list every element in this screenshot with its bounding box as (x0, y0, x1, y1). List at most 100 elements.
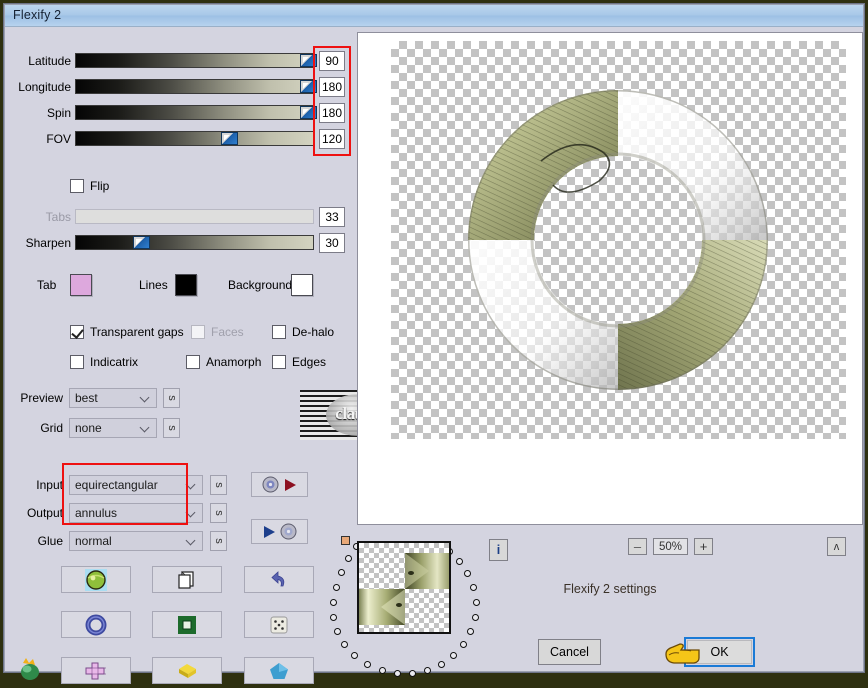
label-background-color: Background (228, 278, 293, 292)
preview-s-button[interactable]: s (163, 388, 180, 408)
output-s-button[interactable]: s (210, 503, 227, 523)
slider-handle-spin[interactable] (300, 106, 317, 119)
value-longitude[interactable]: 180 (319, 77, 345, 97)
slider-handle-latitude[interactable] (300, 54, 317, 67)
checkbox-edges[interactable] (272, 355, 286, 369)
label-tabs: Tabs (45, 210, 71, 224)
glue-s-button[interactable]: s (210, 531, 227, 551)
slider-handle-longitude[interactable] (300, 80, 317, 93)
dice-icon (270, 616, 288, 633)
label-anamorph: Anamorph (206, 355, 262, 369)
label-de-halo: De-halo (292, 325, 335, 339)
preset-globe-button[interactable] (61, 566, 131, 593)
slider-row-sharpen: Sharpen 30 (6, 233, 352, 253)
label-spin: Spin (46, 106, 71, 120)
select-glue[interactable]: normal (69, 531, 203, 551)
chevron-down-icon (187, 537, 196, 546)
hand-cursor-icon (665, 643, 700, 664)
swatch-tab-color[interactable] (70, 274, 92, 296)
chevron-down-icon (187, 509, 196, 518)
preview-canvas[interactable] (357, 32, 863, 525)
label-grid: Grid (40, 421, 63, 435)
checkbox-indicatrix[interactable] (70, 355, 84, 369)
cancel-button[interactable]: Cancel (538, 639, 601, 665)
select-output[interactable]: annulus (69, 503, 203, 523)
flame-drop-icon[interactable] (16, 657, 46, 685)
preview-s-label: s (165, 395, 178, 401)
cross-button[interactable] (61, 657, 131, 684)
torus-icon (85, 614, 107, 635)
save-settings-button[interactable] (251, 519, 308, 544)
select-output-value: annulus (75, 506, 118, 520)
grid-s-label: s (165, 425, 178, 431)
slider-longitude[interactable] (75, 79, 317, 94)
value-fov[interactable]: 120 (319, 129, 345, 149)
checkbox-de-halo[interactable] (272, 325, 286, 339)
slider-latitude[interactable] (75, 53, 317, 68)
value-spin[interactable]: 180 (319, 103, 345, 123)
pentagon-button[interactable] (244, 657, 314, 684)
selection-handle[interactable] (341, 536, 350, 545)
label-fov: FOV (46, 132, 71, 146)
cube-button[interactable] (152, 657, 222, 684)
value-tabs[interactable]: 33 (319, 207, 345, 227)
value-latitude[interactable]: 90 (319, 51, 345, 71)
slider-handle-sharpen[interactable] (133, 236, 150, 249)
copy-button[interactable] (152, 566, 222, 593)
chevron-down-icon (187, 481, 196, 490)
select-grid-value: none (75, 421, 102, 435)
annulus-render (391, 41, 846, 439)
ring-button[interactable] (61, 611, 131, 638)
slider-row-longitude: Longitude 180 (6, 77, 352, 97)
label-indicatrix: Indicatrix (90, 355, 139, 369)
collapse-button[interactable]: ʌ (827, 537, 846, 556)
select-input-value: equirectangular (75, 478, 158, 492)
label-tab-color: Tab (37, 278, 57, 292)
checkbox-flip[interactable] (70, 179, 84, 193)
cross-icon (85, 662, 106, 679)
slider-fov[interactable] (75, 131, 314, 146)
pages-icon (178, 570, 194, 589)
square-button[interactable] (152, 611, 222, 638)
label-flip: Flip (90, 179, 110, 193)
undo-button[interactable] (244, 566, 314, 593)
value-sharpen[interactable]: 30 (319, 233, 345, 253)
select-input[interactable]: equirectangular (69, 475, 203, 495)
select-preview[interactable]: best (69, 388, 157, 408)
slider-row-latitude: Latitude 90 (6, 51, 352, 71)
chevron-down-icon (141, 424, 150, 433)
swatch-background-color[interactable] (291, 274, 313, 296)
input-s-button[interactable]: s (210, 475, 227, 495)
checkbox-anamorph[interactable] (186, 355, 200, 369)
preview-thumbnail[interactable] (357, 541, 451, 634)
slider-row-fov: FOV 120 (6, 129, 352, 149)
flexify-window: Flexify 2 Latitude 90 Longitude 180 Spin… (4, 4, 864, 684)
swatch-lines-color[interactable] (175, 274, 197, 296)
select-grid[interactable]: none (69, 418, 157, 438)
glue-s-label: s (212, 538, 225, 544)
label-edges: Edges (292, 355, 327, 369)
checkbox-transparent-gaps[interactable] (70, 325, 84, 339)
label-transparent-gaps: Transparent gaps (90, 325, 184, 339)
controls-panel: Latitude 90 Longitude 180 Spin 180 FOV 1… (6, 27, 420, 684)
chevron-down-icon (141, 394, 150, 403)
play-triangle-blue-icon (264, 525, 275, 538)
label-glue: Glue (37, 534, 63, 548)
grid-s-button[interactable]: s (163, 418, 180, 438)
label-input: Input (36, 478, 63, 492)
label-longitude: Longitude (18, 80, 71, 94)
slider-sharpen[interactable] (75, 235, 314, 250)
zoom-in-button[interactable]: + (694, 538, 713, 555)
label-latitude: Latitude (28, 54, 71, 68)
thumbnail-render (359, 553, 449, 625)
slider-handle-fov[interactable] (221, 132, 238, 145)
label-output: Output (26, 506, 63, 520)
zoom-out-button[interactable]: – (628, 538, 647, 555)
zoom-level-display: 50% (653, 538, 688, 555)
cube-icon (179, 663, 196, 678)
window-title: Flexify 2 (13, 8, 62, 22)
load-settings-button[interactable] (251, 472, 308, 497)
slider-row-spin: Spin 180 (6, 103, 352, 123)
slider-spin[interactable] (75, 105, 317, 120)
random-button[interactable] (244, 611, 314, 638)
